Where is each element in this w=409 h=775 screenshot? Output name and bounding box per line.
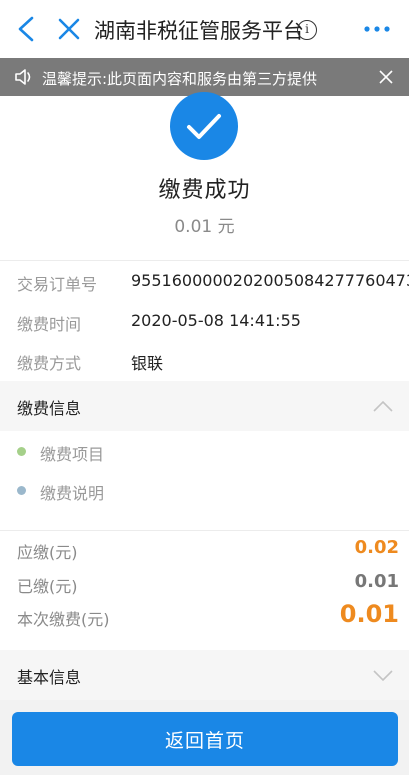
chevron-up-icon xyxy=(373,400,393,412)
amount-paid-label: 已缴(元) xyxy=(17,577,78,596)
payment-status-title: 缴费成功 xyxy=(158,178,251,203)
page-title: 湖南非税征管服务平台 xyxy=(94,19,304,43)
notice-text: 温馨提示:此页面内容和服务由第三方提供 xyxy=(42,70,318,88)
top-nav-bar: 湖南非税征管服务平台 i xyxy=(0,0,409,58)
payment-item-label: 缴费项目 xyxy=(40,445,105,464)
info-icon[interactable]: i xyxy=(297,20,317,40)
success-check-icon xyxy=(170,92,238,160)
amount-due-value: 0.02 xyxy=(354,537,399,558)
payment-result-page: 湖南非税征管服务平台 i 温馨提示:此页面内容和服务由第三方提供 缴费成功 0.… xyxy=(0,0,409,775)
chevron-left-icon[interactable] xyxy=(14,14,40,44)
return-home-button[interactable]: 返回首页 xyxy=(12,712,398,766)
close-icon[interactable] xyxy=(378,69,394,85)
divider xyxy=(0,530,409,531)
payment-method-label: 缴费方式 xyxy=(17,354,82,373)
more-icon[interactable] xyxy=(362,22,392,36)
green-dot-icon xyxy=(17,447,26,456)
payment-info-header[interactable]: 缴费信息 xyxy=(0,381,409,431)
speaker-icon xyxy=(15,69,31,85)
divider xyxy=(0,260,409,261)
current-payment-value: 0.01 xyxy=(339,600,399,628)
order-number-label: 交易订单号 xyxy=(17,275,98,294)
current-payment-label: 本次缴费(元) xyxy=(17,610,110,629)
basic-info-header[interactable]: 基本信息 xyxy=(0,650,409,700)
payment-description-label: 缴费说明 xyxy=(40,484,105,503)
payment-method-value: 银联 xyxy=(131,354,164,373)
amount-paid-value: 0.01 xyxy=(354,571,399,592)
amount-due-label: 应缴(元) xyxy=(17,543,78,562)
payment-time-value: 2020-05-08 14:41:55 xyxy=(131,311,301,330)
basic-info-title: 基本信息 xyxy=(17,668,82,687)
order-number-value: 9551600000202005084277760473 xyxy=(131,271,409,290)
blue-dot-icon xyxy=(17,486,26,495)
close-icon[interactable] xyxy=(56,15,82,43)
payment-info-title: 缴费信息 xyxy=(17,399,82,418)
payment-amount: 0.01 元 xyxy=(174,217,235,237)
third-party-notice-bar: 温馨提示:此页面内容和服务由第三方提供 xyxy=(0,58,409,96)
payment-time-label: 缴费时间 xyxy=(17,315,82,334)
chevron-down-icon xyxy=(373,670,393,682)
